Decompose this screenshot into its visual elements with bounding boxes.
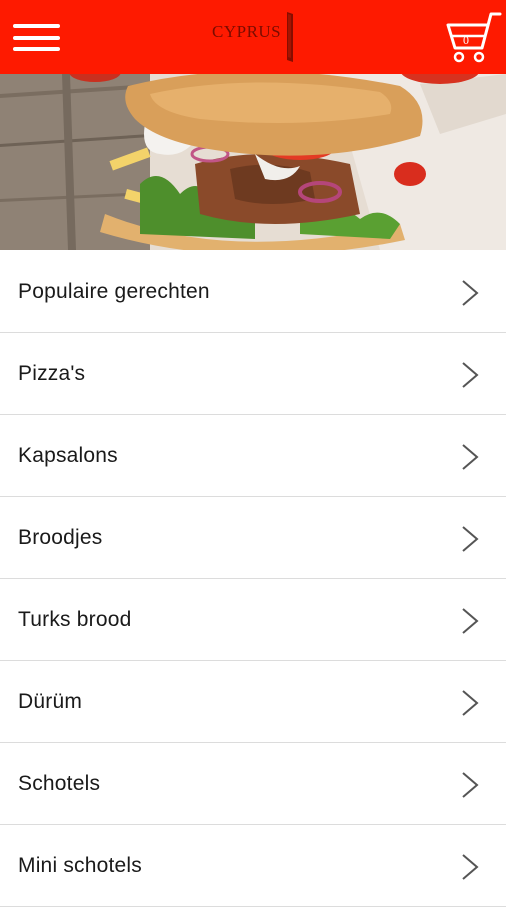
cart-count-badge: 0 <box>463 33 469 47</box>
category-label: Mini schotels <box>18 854 142 877</box>
chevron-right-icon <box>462 608 479 634</box>
chevron-right-icon <box>462 280 479 306</box>
chevron-right-icon <box>462 444 479 470</box>
list-item[interactable]: Schotels <box>0 743 506 825</box>
category-label: Populaire gerechten <box>18 280 210 303</box>
list-item[interactable]: Pizza's <box>0 333 506 415</box>
list-item[interactable]: Populaire gerechten <box>0 251 506 333</box>
list-item[interactable]: Broodjes <box>0 497 506 579</box>
list-item[interactable]: Turks brood <box>0 579 506 661</box>
chevron-right-icon <box>462 854 479 880</box>
hamburger-menu-icon[interactable] <box>13 24 61 52</box>
chevron-right-icon <box>462 362 479 388</box>
category-label: Broodjes <box>18 526 103 549</box>
chevron-right-icon <box>462 772 479 798</box>
category-label: Turks brood <box>18 608 132 631</box>
hero-image <box>0 74 506 250</box>
kebab-sandwich-photo <box>0 74 506 250</box>
category-label: Kapsalons <box>18 444 118 467</box>
category-label: Schotels <box>18 772 101 795</box>
chevron-right-icon <box>462 526 479 552</box>
list-item[interactable]: Mini schotels <box>0 825 506 907</box>
category-label: Dürüm <box>18 690 83 713</box>
logo-text: CYPRUS <box>212 22 282 41</box>
shopping-cart-button[interactable]: 0 <box>444 10 502 68</box>
app-header: CYPRUS 0 <box>0 0 506 74</box>
category-list: Populaire gerechten Pizza's Kapsalons Br… <box>0 251 506 907</box>
list-item[interactable]: Kapsalons <box>0 415 506 497</box>
logo: CYPRUS <box>208 12 298 64</box>
list-item[interactable]: Dürüm <box>0 661 506 743</box>
category-label: Pizza's <box>18 362 86 385</box>
chevron-right-icon <box>462 690 479 716</box>
